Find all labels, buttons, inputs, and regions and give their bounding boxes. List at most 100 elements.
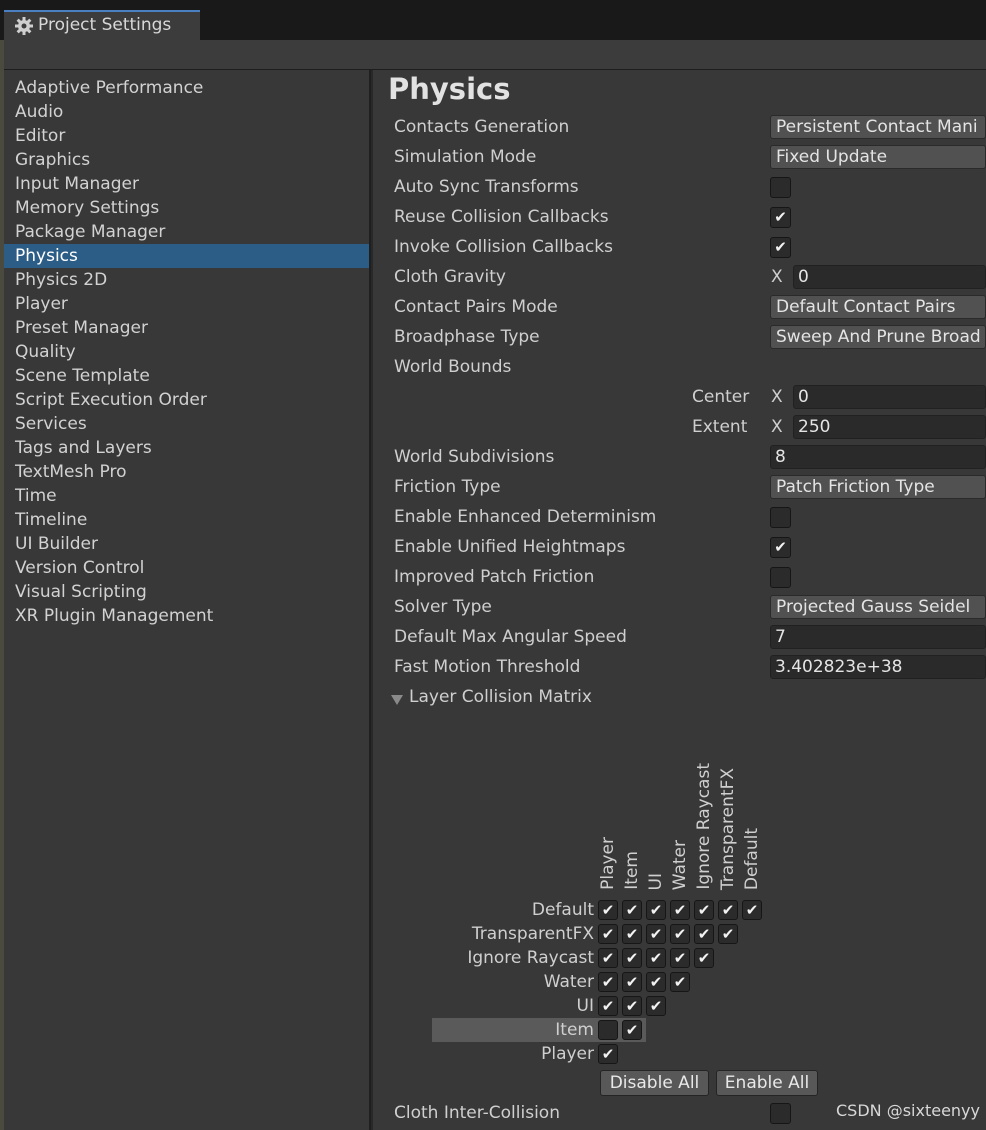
- matrix-checkbox[interactable]: ✔: [646, 948, 666, 968]
- sidebar-item-graphics[interactable]: Graphics: [4, 148, 369, 172]
- fast-motion-threshold-label: Fast Motion Threshold: [394, 657, 581, 677]
- solver-type-dropdown[interactable]: Projected Gauss Seidel: [770, 595, 986, 619]
- sidebar-item-textmesh-pro[interactable]: TextMesh Pro: [4, 460, 369, 484]
- cloth-inter-collision-label: Cloth Inter-Collision: [394, 1103, 560, 1123]
- auto-sync-transforms-checkbox[interactable]: [770, 177, 791, 198]
- broadphase-type-dropdown[interactable]: Sweep And Prune Broad: [770, 325, 986, 349]
- matrix-column-label: Ignore Raycast: [694, 763, 714, 890]
- world-bounds-center-x-field[interactable]: 0: [793, 385, 986, 409]
- matrix-column-label: Player: [598, 837, 618, 890]
- matrix-checkbox[interactable]: ✔: [718, 900, 738, 920]
- matrix-row-label: UI: [576, 996, 594, 1016]
- matrix-checkbox[interactable]: ✔: [622, 972, 642, 992]
- toolbar: [0, 40, 986, 70]
- sidebar-item-visual-scripting[interactable]: Visual Scripting: [4, 580, 369, 604]
- matrix-row-label: Ignore Raycast: [467, 948, 594, 968]
- matrix-checkbox[interactable]: ✔: [694, 948, 714, 968]
- matrix-checkbox[interactable]: ✔: [622, 900, 642, 920]
- enable-all-button[interactable]: Enable All: [716, 1070, 818, 1096]
- sidebar-item-audio[interactable]: Audio: [4, 100, 369, 124]
- solver-type-label: Solver Type: [394, 597, 492, 617]
- sidebar-item-timeline[interactable]: Timeline: [4, 508, 369, 532]
- sidebar-item-input-manager[interactable]: Input Manager: [4, 172, 369, 196]
- sidebar-item-editor[interactable]: Editor: [4, 124, 369, 148]
- matrix-column-label: Water: [670, 839, 690, 890]
- fast-motion-threshold-field[interactable]: 3.402823e+38: [770, 655, 986, 679]
- foldout-arrow-icon[interactable]: [391, 691, 403, 705]
- contacts-generation-label: Contacts Generation: [394, 117, 570, 137]
- invoke-collision-callbacks-checkbox[interactable]: ✔: [770, 237, 791, 258]
- cloth-gravity-x-field[interactable]: 0: [793, 265, 986, 289]
- improved-patch-friction-label: Improved Patch Friction: [394, 567, 595, 587]
- matrix-row-label: Default: [531, 900, 594, 920]
- sidebar-item-ui-builder[interactable]: UI Builder: [4, 532, 369, 556]
- matrix-checkbox[interactable]: ✔: [646, 972, 666, 992]
- matrix-checkbox[interactable]: ✔: [622, 948, 642, 968]
- matrix-column-label: Default: [742, 827, 762, 890]
- cloth-inter-collision-checkbox[interactable]: [770, 1103, 791, 1124]
- page-title: Physics: [388, 72, 511, 106]
- cloth-gravity-label: Cloth Gravity: [394, 267, 506, 287]
- world-bounds-extent-x-field[interactable]: 250: [793, 415, 986, 439]
- disable-all-button[interactable]: Disable All: [600, 1070, 709, 1096]
- tab-project-settings[interactable]: Project Settings: [4, 10, 200, 40]
- matrix-checkbox[interactable]: ✔: [598, 900, 618, 920]
- matrix-checkbox[interactable]: ✔: [694, 900, 714, 920]
- watermark: CSDN @sixteenyy: [836, 1101, 980, 1120]
- unified-heightmaps-label: Enable Unified Heightmaps: [394, 537, 626, 557]
- matrix-checkbox[interactable]: ✔: [694, 924, 714, 944]
- world-subdivisions-label: World Subdivisions: [394, 447, 555, 467]
- matrix-checkbox[interactable]: ✔: [646, 924, 666, 944]
- matrix-row-label: Water: [543, 972, 594, 992]
- matrix-checkbox[interactable]: ✔: [718, 924, 738, 944]
- sidebar-item-memory-settings[interactable]: Memory Settings: [4, 196, 369, 220]
- matrix-checkbox[interactable]: ✔: [742, 900, 762, 920]
- matrix-column-label: UI: [646, 872, 666, 890]
- world-bounds-center-label: Center: [692, 387, 750, 407]
- matrix-checkbox[interactable]: ✔: [598, 996, 618, 1016]
- matrix-checkbox[interactable]: ✔: [670, 900, 690, 920]
- sidebar-item-services[interactable]: Services: [4, 412, 369, 436]
- sidebar-item-physics-2d[interactable]: Physics 2D: [4, 268, 369, 292]
- matrix-checkbox[interactable]: ✔: [598, 1044, 618, 1064]
- matrix-checkbox[interactable]: ✔: [646, 900, 666, 920]
- enhanced-determinism-checkbox[interactable]: [770, 507, 791, 528]
- unified-heightmaps-checkbox[interactable]: ✔: [770, 537, 791, 558]
- simulation-mode-label: Simulation Mode: [394, 147, 537, 167]
- friction-type-label: Friction Type: [394, 477, 501, 497]
- sidebar-item-script-execution-order[interactable]: Script Execution Order: [4, 388, 369, 412]
- sidebar-item-physics[interactable]: Physics: [4, 244, 369, 268]
- reuse-collision-callbacks-checkbox[interactable]: ✔: [770, 207, 791, 228]
- sidebar-item-time[interactable]: Time: [4, 484, 369, 508]
- matrix-checkbox[interactable]: ✔: [598, 972, 618, 992]
- matrix-checkbox[interactable]: ✔: [670, 924, 690, 944]
- matrix-checkbox[interactable]: ✔: [598, 924, 618, 944]
- matrix-checkbox[interactable]: ✔: [598, 948, 618, 968]
- sidebar-item-player[interactable]: Player: [4, 292, 369, 316]
- sidebar-item-scene-template[interactable]: Scene Template: [4, 364, 369, 388]
- matrix-checkbox[interactable]: ✔: [622, 924, 642, 944]
- layer-collision-matrix-label[interactable]: Layer Collision Matrix: [409, 685, 592, 709]
- matrix-checkbox[interactable]: ✔: [622, 1020, 642, 1040]
- matrix-checkbox[interactable]: [598, 1020, 618, 1040]
- sidebar-item-version-control[interactable]: Version Control: [4, 556, 369, 580]
- contacts-generation-dropdown[interactable]: Persistent Contact Mani: [770, 115, 986, 139]
- matrix-checkbox[interactable]: ✔: [670, 948, 690, 968]
- world-subdivisions-field[interactable]: 8: [770, 445, 986, 469]
- matrix-checkbox[interactable]: ✔: [622, 996, 642, 1016]
- contact-pairs-mode-dropdown[interactable]: Default Contact Pairs: [770, 295, 986, 319]
- sidebar-item-quality[interactable]: Quality: [4, 340, 369, 364]
- sidebar-item-xr-plugin-management[interactable]: XR Plugin Management: [4, 604, 369, 628]
- matrix-row-label: Player: [541, 1044, 594, 1064]
- auto-sync-transforms-label: Auto Sync Transforms: [394, 177, 579, 197]
- simulation-mode-dropdown[interactable]: Fixed Update: [770, 145, 986, 169]
- default-max-angular-speed-field[interactable]: 7: [770, 625, 986, 649]
- matrix-checkbox[interactable]: ✔: [670, 972, 690, 992]
- sidebar-item-preset-manager[interactable]: Preset Manager: [4, 316, 369, 340]
- sidebar-item-tags-and-layers[interactable]: Tags and Layers: [4, 436, 369, 460]
- sidebar-item-package-manager[interactable]: Package Manager: [4, 220, 369, 244]
- matrix-checkbox[interactable]: ✔: [646, 996, 666, 1016]
- sidebar-item-adaptive-performance[interactable]: Adaptive Performance: [4, 76, 369, 100]
- friction-type-dropdown[interactable]: Patch Friction Type: [770, 475, 986, 499]
- improved-patch-friction-checkbox[interactable]: [770, 567, 791, 588]
